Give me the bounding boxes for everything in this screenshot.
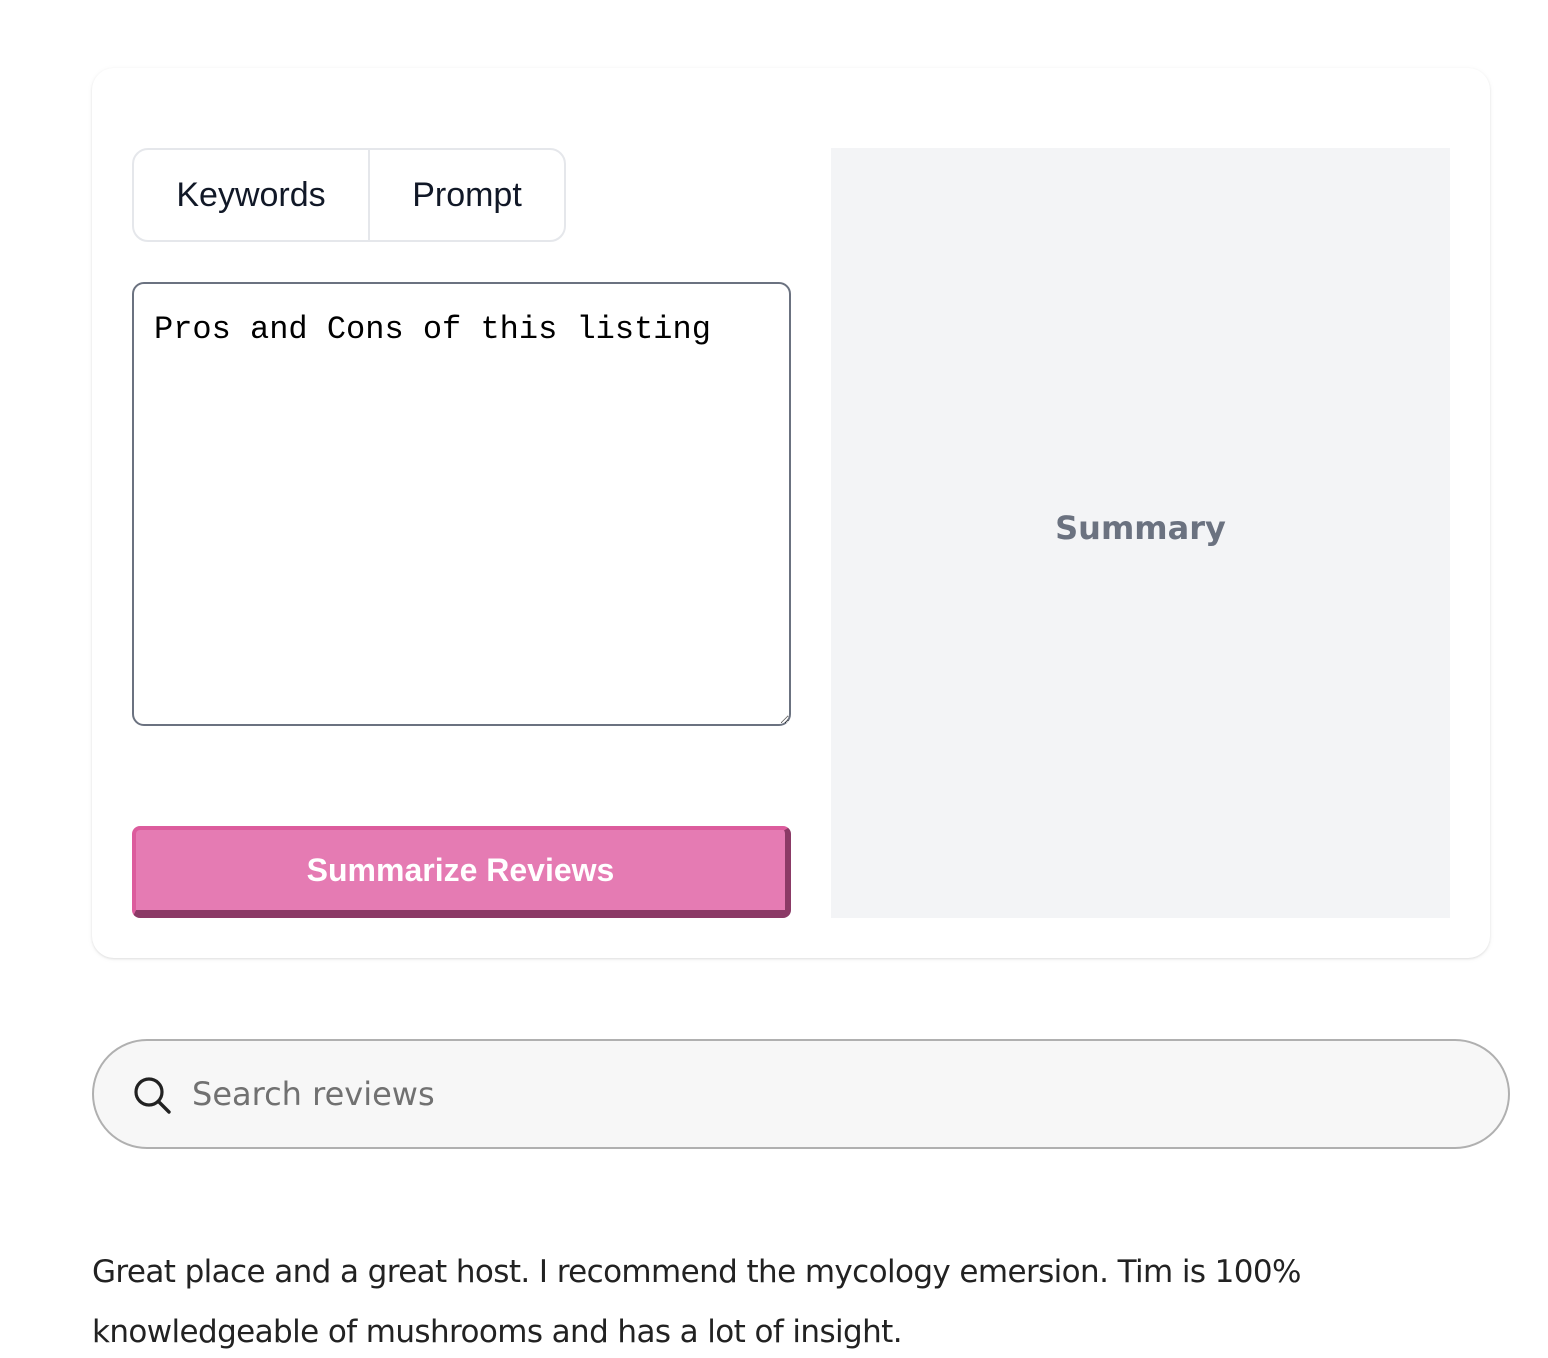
mode-tabs: Keywords Prompt xyxy=(132,148,566,242)
tab-keywords[interactable]: Keywords xyxy=(134,150,370,240)
review-summarizer-card: Keywords Prompt Summarize Reviews Summar… xyxy=(92,68,1490,958)
search-bar[interactable] xyxy=(92,1039,1510,1149)
tab-prompt[interactable]: Prompt xyxy=(370,150,564,240)
summary-panel: Summary xyxy=(831,148,1450,918)
search-input[interactable] xyxy=(192,1061,1472,1127)
review-text: Great place and a great host. I recommen… xyxy=(92,1254,1301,1350)
summary-label: Summary xyxy=(1055,509,1226,547)
summarize-reviews-button[interactable]: Summarize Reviews xyxy=(132,826,791,918)
search-icon xyxy=(134,1077,171,1114)
prompt-textarea[interactable] xyxy=(132,282,791,726)
